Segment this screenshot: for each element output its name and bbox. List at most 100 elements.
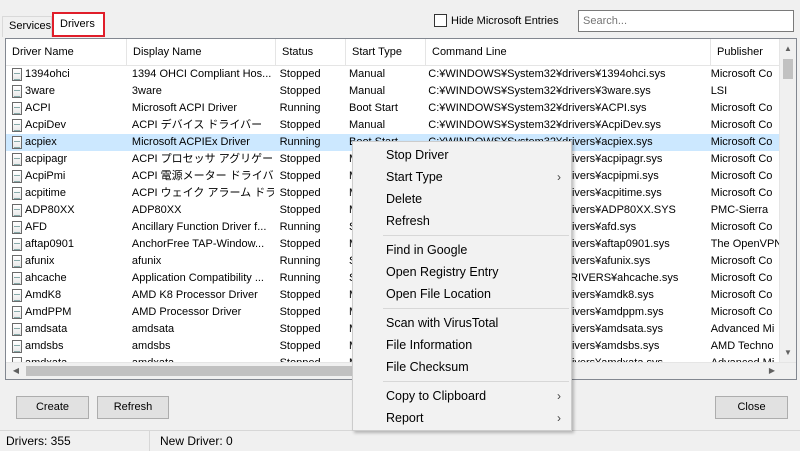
menu-item[interactable]: Start Type › (353, 166, 571, 188)
tab-strip: Services Drivers Hide Microsoft Entries (0, 0, 800, 37)
menu-item[interactable]: File Information (353, 334, 571, 356)
refresh-button[interactable]: Refresh (97, 396, 169, 419)
menu-item[interactable]: File Checksum (353, 356, 571, 378)
table-cell: Microsoft Co (710, 306, 773, 318)
list-header: Driver Name Display Name Status Start Type C… (6, 39, 796, 66)
table-cell: Running (279, 102, 321, 114)
table-cell: LSI (710, 85, 728, 97)
driver-name: 3ware (25, 85, 55, 97)
menu-item-label: Open Registry Entry (386, 265, 499, 279)
table-cell: Stopped (279, 340, 321, 352)
driver-name: aftap0901 (25, 238, 74, 250)
menu-item[interactable]: Delete (353, 188, 571, 210)
table-cell: acpipagr (6, 151, 126, 168)
scroll-up-icon[interactable]: ▲ (780, 41, 796, 57)
menu-item-label: Scan with VirusTotal (386, 316, 499, 330)
vertical-scrollbar[interactable]: ▲ ▼ (779, 39, 796, 363)
scroll-left-icon[interactable]: ◀ (8, 363, 24, 379)
table-cell: amdsbs (131, 340, 171, 352)
column-header[interactable]: Status (276, 39, 346, 66)
menu-item[interactable]: Report › (353, 407, 571, 429)
table-cell: Microsoft Co (710, 170, 773, 182)
table-cell: Manual (348, 85, 386, 97)
hide-microsoft-checkbox[interactable] (434, 14, 447, 27)
driver-file-icon (12, 255, 22, 268)
menu-item[interactable]: Copy to Clipboard › (353, 385, 571, 407)
column-header[interactable]: Command Line (426, 39, 711, 66)
scroll-right-icon[interactable]: ▶ (764, 363, 780, 379)
tab-drivers[interactable]: Drivers (52, 12, 105, 37)
menu-item-label: Start Type (386, 170, 443, 184)
table-cell: amdsbs (6, 338, 126, 355)
table-cell: AcpiDev (6, 117, 126, 134)
driver-name: ACPI (25, 102, 51, 114)
table-row[interactable]: 1394ohci 1394 OHCI Compliant Hos... Stoppe… (6, 66, 784, 83)
table-cell: Microsoft Co (710, 136, 773, 148)
menu-item-label: Delete (386, 192, 423, 206)
menu-item-label: Stop Driver (386, 148, 449, 162)
driver-file-icon (12, 272, 22, 285)
status-bar: Drivers: 355 New Driver: 0 (0, 430, 800, 451)
driver-name: amdsata (25, 323, 68, 335)
driver-name: acpipagr (25, 153, 68, 165)
close-button[interactable]: Close (715, 396, 788, 419)
tab-services[interactable]: Services (2, 16, 52, 37)
scroll-down-icon[interactable]: ▼ (780, 345, 796, 361)
table-cell: Stopped (279, 204, 321, 216)
menu-item-label: File Checksum (386, 360, 469, 374)
table-cell: C:¥WINDOWS¥System32¥drivers¥1394ohci.sys (428, 68, 666, 80)
table-cell: AMD Processor Driver (131, 306, 242, 318)
table-cell: ACPI プロセッサ アグリゲー... (131, 153, 274, 165)
column-header[interactable]: Driver Name (6, 39, 127, 66)
submenu-arrow-icon: › (557, 389, 561, 403)
driver-file-icon (12, 153, 22, 166)
table-row[interactable]: 3ware 3ware Stopped Manual C:¥WINDOWS¥System… (6, 83, 784, 100)
table-cell: acpiex (6, 134, 126, 151)
table-row[interactable]: AcpiDev ACPI デバイス ドライバー Stopped Manual C:¥WI… (6, 117, 784, 134)
table-cell: Stopped (279, 238, 321, 250)
menu-item[interactable]: Open File Location (353, 283, 571, 305)
table-cell: ACPI (6, 100, 126, 117)
table-cell: amdsata (6, 321, 126, 338)
table-cell: Stopped (279, 68, 321, 80)
drivers-count: Drivers: 355 (0, 430, 150, 451)
table-cell: ACPI ウェイク アラーム ドラ... (131, 187, 274, 199)
table-cell: 3ware (6, 83, 126, 100)
create-button[interactable]: Create (16, 396, 89, 419)
vertical-scroll-thumb[interactable] (783, 59, 793, 79)
column-header[interactable]: Start Type (346, 39, 426, 66)
driver-file-icon (12, 204, 22, 217)
submenu-arrow-icon: › (557, 411, 561, 425)
table-cell: amdsata (131, 323, 175, 335)
table-cell: ADP80XX (6, 202, 126, 219)
table-cell: Advanced Mi (710, 323, 775, 335)
table-row[interactable]: ACPI Microsoft ACPI Driver Running Boot Sta… (6, 100, 784, 117)
table-cell: PMC-Sierra (710, 204, 769, 216)
menu-item[interactable]: Stop Driver (353, 144, 571, 166)
search-input[interactable] (578, 10, 794, 32)
table-cell: Stopped (279, 306, 321, 318)
menu-item[interactable]: Find in Google (353, 239, 571, 261)
table-cell: ADP80XX (131, 204, 182, 216)
menu-item-label: Report (386, 411, 424, 425)
driver-name: afunix (25, 255, 55, 267)
table-cell: ACPI デバイス ドライバー (131, 119, 263, 131)
menu-separator (353, 378, 571, 385)
driver-file-icon (12, 136, 22, 149)
menu-item[interactable]: Scan with VirusTotal (353, 312, 571, 334)
menu-item-label: Refresh (386, 214, 430, 228)
driver-file-icon (12, 306, 22, 319)
table-cell: Manual (348, 68, 386, 80)
table-cell: Stopped (279, 323, 321, 335)
menu-item[interactable]: Refresh (353, 210, 571, 232)
horizontal-scroll-thumb[interactable] (26, 366, 356, 376)
hide-microsoft-toggle[interactable]: Hide Microsoft Entries (434, 14, 559, 27)
table-cell: Microsoft Co (710, 102, 773, 114)
table-cell: Manual (348, 119, 386, 131)
column-header[interactable]: Display Name (127, 39, 276, 66)
driver-name: ahcache (25, 272, 67, 284)
menu-separator (353, 232, 571, 239)
menu-item[interactable]: Open Registry Entry (353, 261, 571, 283)
new-driver-count: New Driver: 0 (160, 433, 233, 448)
table-cell: ACPI 電源メーター ドライバー (131, 170, 274, 182)
